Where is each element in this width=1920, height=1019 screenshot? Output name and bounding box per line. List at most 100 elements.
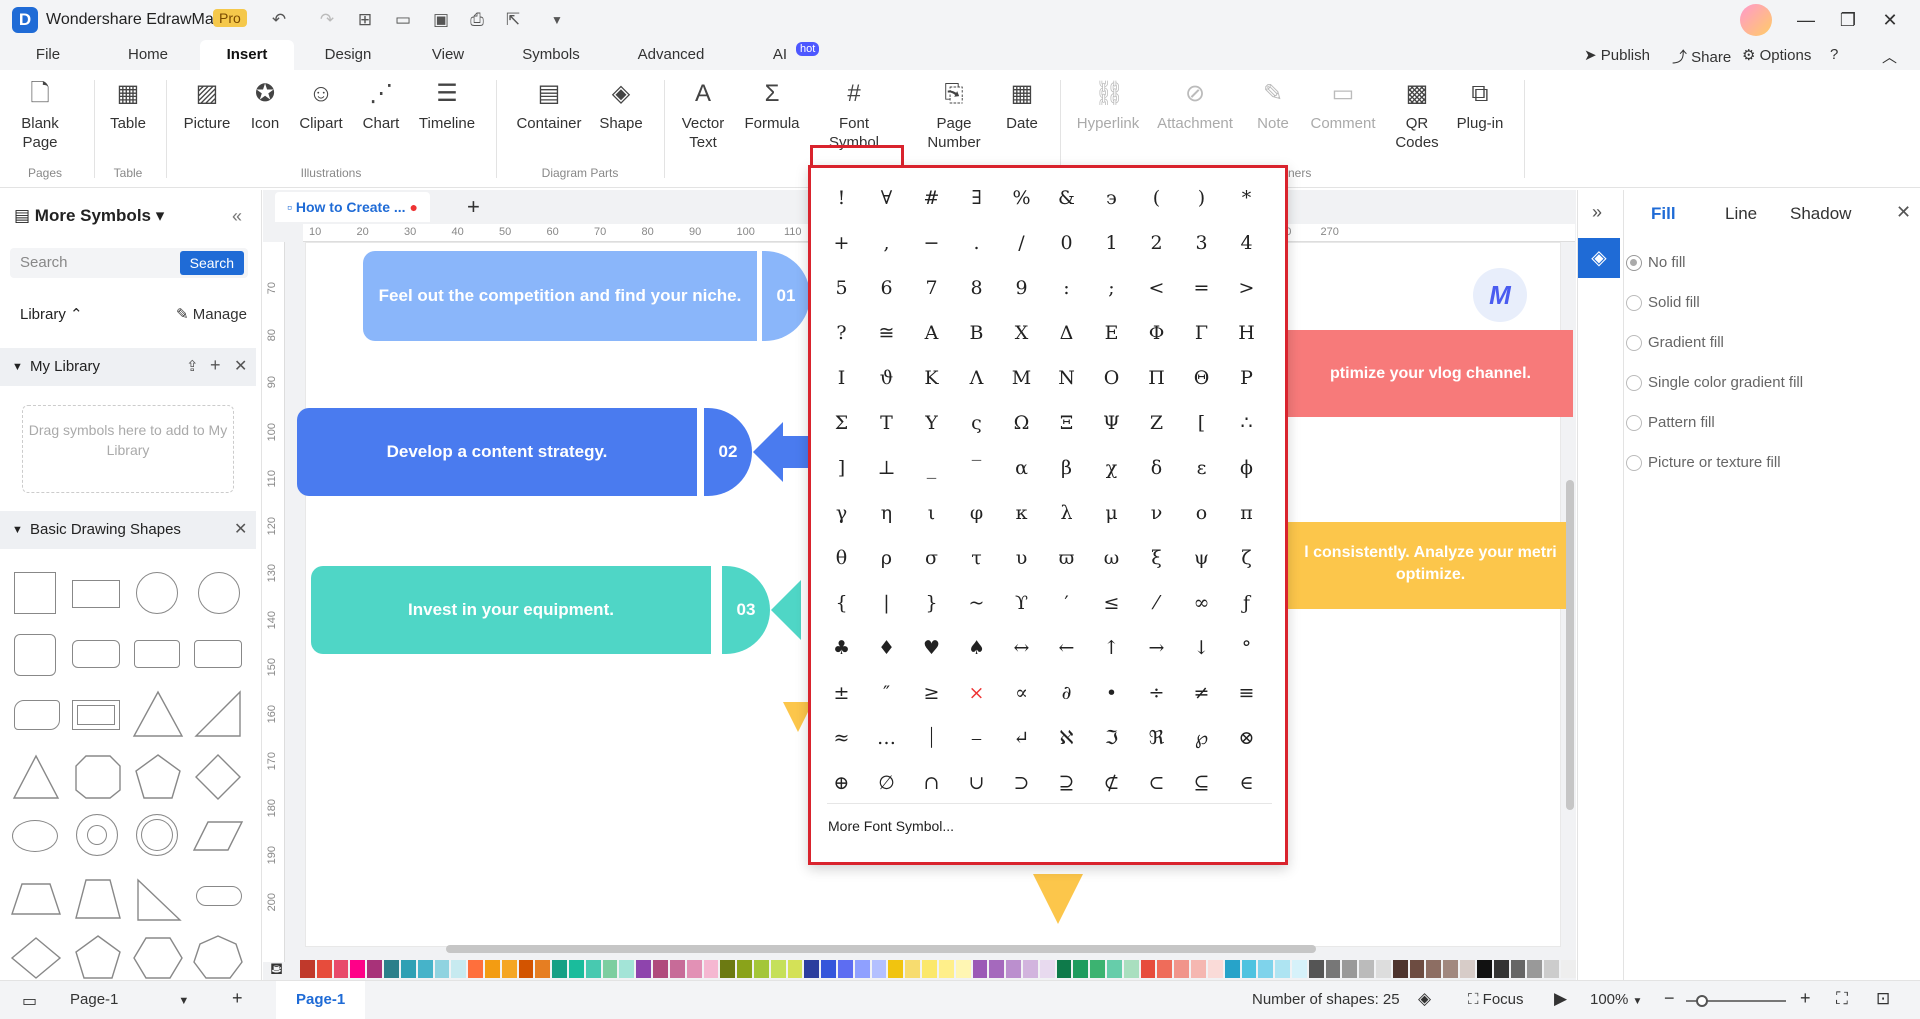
zoom-level[interactable]: 100% ▼ — [1590, 991, 1642, 1008]
symbol-cell[interactable]: γ — [819, 491, 864, 536]
symbol-cell[interactable]: _ — [909, 446, 954, 491]
color-swatch[interactable] — [1325, 960, 1341, 978]
symbol-cell[interactable]: ς — [954, 401, 999, 446]
symbol-cell[interactable]: ? — [819, 311, 864, 356]
color-swatch[interactable] — [938, 960, 954, 978]
color-swatch[interactable] — [350, 960, 366, 978]
rectangle-shape[interactable] — [72, 580, 120, 608]
symbol-cell[interactable]: π — [1224, 491, 1269, 536]
blank-page-button[interactable]: 🗋 Blank Page — [14, 80, 66, 152]
color-swatch[interactable] — [1207, 960, 1223, 978]
symbol-cell[interactable]: Σ — [819, 401, 864, 446]
symbol-cell[interactable]: ⊇ — [1044, 761, 1089, 806]
symbol-cell[interactable]: # — [909, 176, 954, 221]
symbol-cell[interactable]: ∂ — [1044, 671, 1089, 716]
symbol-cell[interactable]: Ν — [1044, 356, 1089, 401]
horizontal-scrollbar[interactable] — [446, 945, 1316, 953]
square-shape[interactable] — [14, 572, 56, 614]
color-swatch[interactable] — [1291, 960, 1307, 978]
layers-icon[interactable]: ◈ — [1418, 989, 1431, 1009]
symbol-cell[interactable]: 7 — [909, 266, 954, 311]
add-icon[interactable]: + — [210, 355, 221, 376]
undo-icon[interactable]: ↶ — [268, 9, 290, 31]
color-swatch[interactable] — [552, 960, 567, 978]
symbol-cell[interactable]: ∀ — [864, 176, 909, 221]
symbol-cell[interactable]: 4 — [1224, 221, 1269, 266]
symbol-cell[interactable]: ♠ — [954, 626, 999, 671]
color-swatch[interactable] — [989, 960, 1005, 978]
symbol-cell[interactable]: ; — [1089, 266, 1134, 311]
symbol-cell[interactable]: ♣ — [819, 626, 864, 671]
new-icon[interactable]: ⊞ — [354, 9, 376, 31]
symbol-cell[interactable]: ω — [1089, 536, 1134, 581]
step-1-box[interactable]: Feel out the competition and find your n… — [363, 251, 757, 341]
symbol-cell[interactable]: > — [1224, 266, 1269, 311]
symbol-cell[interactable]: ℵ — [1044, 716, 1089, 761]
symbol-cell[interactable]: η — [864, 491, 909, 536]
focus-button[interactable]: ⛶ Focus — [1468, 991, 1524, 1008]
symbol-cell[interactable]: Θ — [1179, 356, 1224, 401]
color-swatch[interactable] — [1258, 960, 1274, 978]
symbol-cell[interactable]: − — [909, 221, 954, 266]
expand-panel-icon[interactable]: » — [1592, 202, 1602, 223]
symbol-cell[interactable]: Τ — [864, 401, 909, 446]
symbol-cell[interactable]: κ — [999, 491, 1044, 536]
menu-file[interactable]: File — [20, 40, 76, 70]
color-swatch[interactable] — [770, 960, 786, 978]
symbol-cell[interactable]: ∴ — [1224, 401, 1269, 446]
symbol-cell[interactable]: ℜ — [1134, 716, 1179, 761]
menu-insert[interactable]: Insert — [200, 40, 294, 70]
symbol-cell[interactable]: [ — [1179, 401, 1224, 446]
color-swatch[interactable] — [821, 960, 836, 978]
timeline-button[interactable]: ☰ Timeline — [414, 80, 480, 133]
step-3-box[interactable]: Invest in your equipment. — [311, 566, 711, 654]
vertical-scrollbar[interactable] — [1566, 480, 1574, 810]
color-swatch[interactable] — [1022, 960, 1038, 978]
tab-line[interactable]: Line — [1725, 204, 1757, 224]
symbol-cell[interactable]: ( — [1134, 176, 1179, 221]
zoom-out-icon[interactable]: − — [1664, 988, 1675, 1009]
frame-shape[interactable] — [72, 700, 120, 730]
symbol-cell[interactable]: Η — [1224, 311, 1269, 356]
oval-shape[interactable] — [12, 820, 58, 852]
add-page-icon[interactable]: + — [232, 988, 243, 1009]
symbol-cell[interactable]: 0 — [1044, 221, 1089, 266]
color-swatch[interactable] — [636, 960, 652, 978]
symbol-cell[interactable]: Φ — [1134, 311, 1179, 356]
help-icon[interactable]: ? — [1830, 46, 1838, 63]
symbol-cell[interactable]: 1 — [1089, 221, 1134, 266]
color-swatch[interactable] — [787, 960, 803, 978]
symbol-cell[interactable]: Γ — [1179, 311, 1224, 356]
symbol-cell[interactable]: Ε — [1089, 311, 1134, 356]
hexagon-shape[interactable] — [130, 934, 186, 980]
close-window-icon[interactable]: ✕ — [1870, 6, 1910, 34]
symbol-cell[interactable]: Ρ — [1224, 356, 1269, 401]
color-swatch[interactable] — [1157, 960, 1173, 978]
symbol-cell[interactable]: ϒ — [999, 581, 1044, 626]
octagon-shape[interactable] — [70, 750, 126, 802]
step-right-2-box[interactable]: l consistently. Analyze your metri optim… — [1288, 522, 1573, 609]
share-button[interactable]: ⤴ Share — [1672, 46, 1731, 67]
symbol-cell[interactable]: ! — [819, 176, 864, 221]
symbol-cell[interactable]: 9 — [999, 266, 1044, 311]
color-swatch[interactable] — [1308, 960, 1324, 978]
font-symbol-button[interactable]: # Font Symbol — [818, 80, 890, 152]
color-swatch[interactable] — [753, 960, 769, 978]
ai-assistant-button[interactable]: M — [1473, 268, 1527, 322]
color-swatch[interactable] — [400, 960, 416, 978]
symbol-cell[interactable]: Λ — [954, 356, 999, 401]
symbol-cell[interactable]: ↑ — [1089, 626, 1134, 671]
color-swatch[interactable] — [955, 960, 971, 978]
color-swatch[interactable] — [1460, 960, 1475, 978]
pentagon-shape-2[interactable] — [70, 934, 126, 980]
qr-codes-button[interactable]: ▩ QR Codes — [1392, 80, 1442, 152]
symbol-cell[interactable]: ‾ — [954, 446, 999, 491]
color-swatch[interactable] — [619, 960, 635, 978]
more-symbols-title[interactable]: ▤ More Symbols ▾ — [14, 206, 164, 226]
symbol-cell[interactable]: ) — [1179, 176, 1224, 221]
fit-page-icon[interactable]: ⛶ — [1836, 989, 1848, 1009]
export-icon[interactable]: ⇱ — [502, 9, 524, 31]
shape-button[interactable]: ◈ Shape — [596, 80, 646, 133]
publish-button[interactable]: ➤ Publish — [1584, 46, 1650, 64]
color-swatch[interactable] — [417, 960, 433, 978]
